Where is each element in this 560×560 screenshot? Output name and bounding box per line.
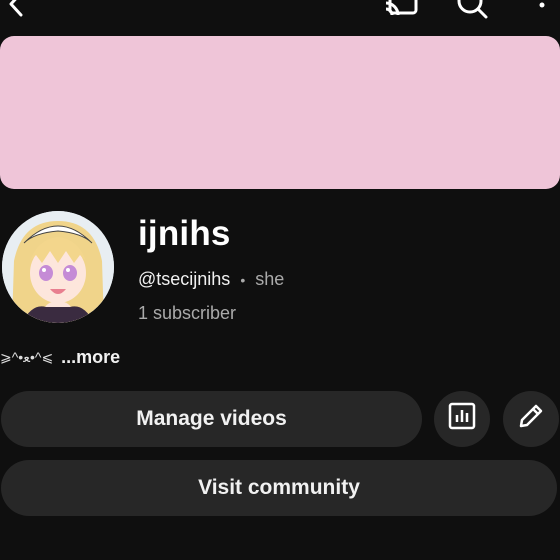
- cast-icon[interactable]: [384, 0, 420, 22]
- channel-handle[interactable]: @tsecijnihs: [138, 269, 230, 290]
- manage-videos-button[interactable]: Manage videos: [1, 391, 422, 447]
- pencil-icon: [516, 401, 546, 437]
- top-app-bar: [0, 0, 560, 24]
- handle-row: @tsecijnihs • she: [138, 269, 284, 290]
- back-icon[interactable]: [0, 0, 36, 22]
- channel-name: ijnihs: [138, 214, 231, 253]
- visit-community-button[interactable]: Visit community: [1, 460, 557, 516]
- more-vert-icon[interactable]: [524, 0, 560, 22]
- separator-dot: •: [240, 271, 246, 288]
- edit-channel-button[interactable]: [503, 391, 559, 447]
- analytics-icon: [447, 401, 477, 437]
- channel-bio[interactable]: ⩾^•ﻌ•^⩽ ...more: [0, 347, 120, 368]
- avatar[interactable]: [2, 211, 114, 323]
- search-icon[interactable]: [454, 0, 490, 22]
- channel-banner: [0, 36, 560, 189]
- bio-text: ⩾^•ﻌ•^⩽: [0, 349, 54, 365]
- analytics-button[interactable]: [434, 391, 490, 447]
- visit-community-label: Visit community: [198, 476, 360, 499]
- bio-more-link[interactable]: ...more: [61, 347, 120, 368]
- manage-videos-label: Manage videos: [136, 407, 287, 430]
- subscriber-count: 1 subscriber: [138, 303, 237, 323]
- pronouns: she: [255, 269, 285, 289]
